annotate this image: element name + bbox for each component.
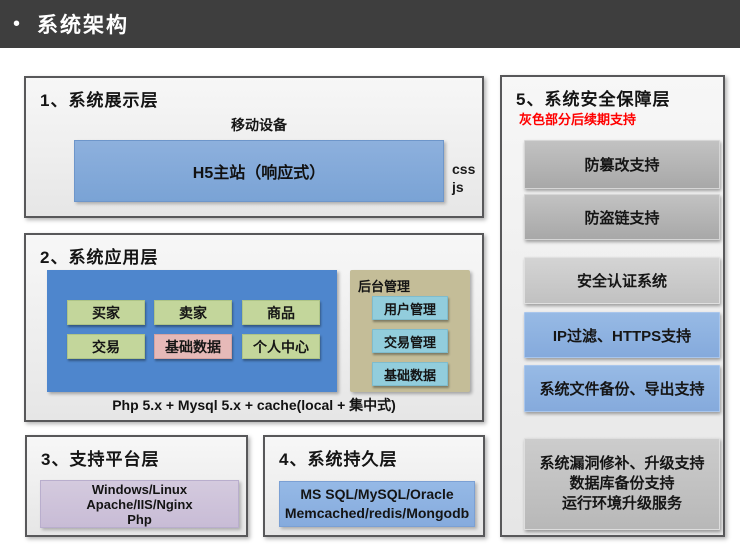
page-title: 系统架构 xyxy=(37,14,130,37)
panel-display-layer: 1、系统展示层 移动设备 H5主站（响应式） css js xyxy=(24,76,484,218)
security-phase-note: 灰色部分后续期支持 xyxy=(519,112,637,127)
panel-application-layer: 2、系统应用层 买家 卖家 商品 交易 基础数据 个人中心 后台管理 用户管理 … xyxy=(24,233,484,422)
tech-stack-note: Php 5.x + Mysql 5.x + cache(local + 集中式) xyxy=(112,397,396,413)
panel-persistence-layer: 4、系统持久层 MS SQL/MySQL/Oracle Memcached/re… xyxy=(263,435,485,537)
security-item-anti-tamper: 防篡改支持 xyxy=(524,140,720,189)
persistence-layer-title: 4、系统持久层 xyxy=(279,450,398,469)
module-trade: 交易 xyxy=(67,334,145,359)
bullet-icon: • xyxy=(13,13,21,35)
bundle-line-dbbak: 数据库备份支持 xyxy=(569,475,675,492)
security-item-auth-system: 安全认证系统 xyxy=(524,257,720,304)
persistence-line-cache: Memcached/redis/Mongodb xyxy=(284,505,470,521)
display-layer-title: 1、系统展示层 xyxy=(40,91,159,110)
panel-security-layer: 5、系统安全保障层 灰色部分后续期支持 防篡改支持 防盗链支持 安全认证系统 I… xyxy=(500,75,725,537)
platform-line-os: Windows/Linux xyxy=(91,481,188,497)
h5-site-box: H5主站（响应式） xyxy=(74,140,444,202)
js-label: js xyxy=(452,179,464,195)
platform-line-server: Apache/IIS/Nginx xyxy=(86,496,193,512)
mobile-device-label: 移动设备 xyxy=(231,117,287,133)
persistence-line-db: MS SQL/MySQL/Oracle xyxy=(300,486,454,502)
admin-item-trade-mgmt: 交易管理 xyxy=(372,329,448,353)
frontend-modules-container: 买家 卖家 商品 交易 基础数据 个人中心 xyxy=(47,270,337,392)
panel-platform-layer: 3、支持平台层 Windows/Linux Apache/IIS/Nginx P… xyxy=(25,435,248,537)
h5-site-label: H5主站（响应式） xyxy=(192,165,326,182)
module-seller: 卖家 xyxy=(154,300,232,325)
bundle-line-patch: 系统漏洞修补、升级支持 xyxy=(539,455,705,472)
security-layer-title: 5、系统安全保障层 xyxy=(516,90,671,109)
module-user-center: 个人中心 xyxy=(242,334,320,359)
admin-item-base-data: 基础数据 xyxy=(372,362,448,386)
asset-labels: css js xyxy=(452,160,475,196)
application-layer-title: 2、系统应用层 xyxy=(40,248,159,267)
security-item-ip-https: IP过滤、HTTPS支持 xyxy=(524,312,720,358)
platform-line-lang: Php xyxy=(127,511,152,527)
platform-layer-title: 3、支持平台层 xyxy=(41,450,160,469)
slide-header: • 系统架构 xyxy=(0,0,740,48)
persistence-stack-box: MS SQL/MySQL/Oracle Memcached/redis/Mong… xyxy=(279,481,475,527)
security-item-anti-leech: 防盗链支持 xyxy=(524,194,720,240)
security-item-maintenance-bundle: 系统漏洞修补、升级支持 数据库备份支持 运行环境升级服务 xyxy=(524,438,720,530)
admin-item-user-mgmt: 用户管理 xyxy=(372,296,448,320)
security-item-file-backup: 系统文件备份、导出支持 xyxy=(524,365,720,412)
module-product: 商品 xyxy=(242,300,320,325)
admin-panel: 后台管理 用户管理 交易管理 基础数据 xyxy=(350,270,470,392)
platform-stack-box: Windows/Linux Apache/IIS/Nginx Php xyxy=(40,480,239,528)
module-base-data: 基础数据 xyxy=(154,334,232,359)
module-buyer: 买家 xyxy=(67,300,145,325)
bundle-line-upgrade: 运行环境升级服务 xyxy=(561,495,682,512)
admin-panel-title: 后台管理 xyxy=(358,279,411,294)
css-label: css xyxy=(452,161,476,177)
